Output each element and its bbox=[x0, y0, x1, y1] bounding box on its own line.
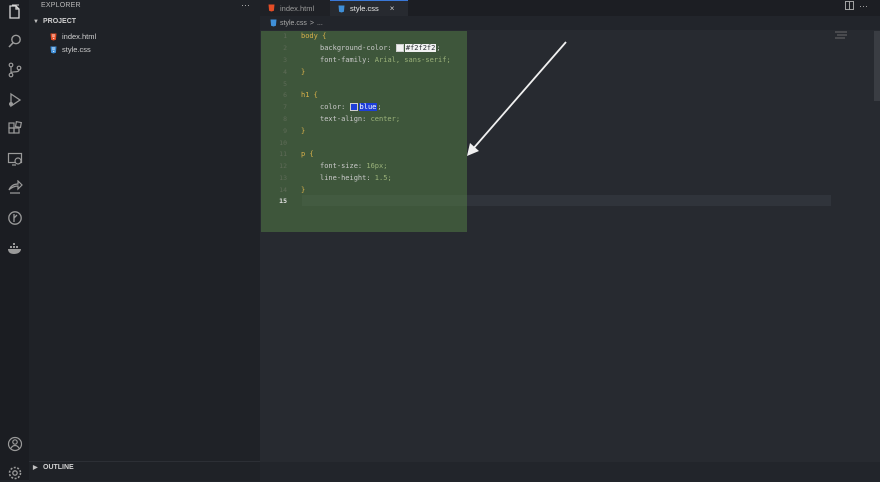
annotation-arrow-icon bbox=[467, 41, 567, 156]
